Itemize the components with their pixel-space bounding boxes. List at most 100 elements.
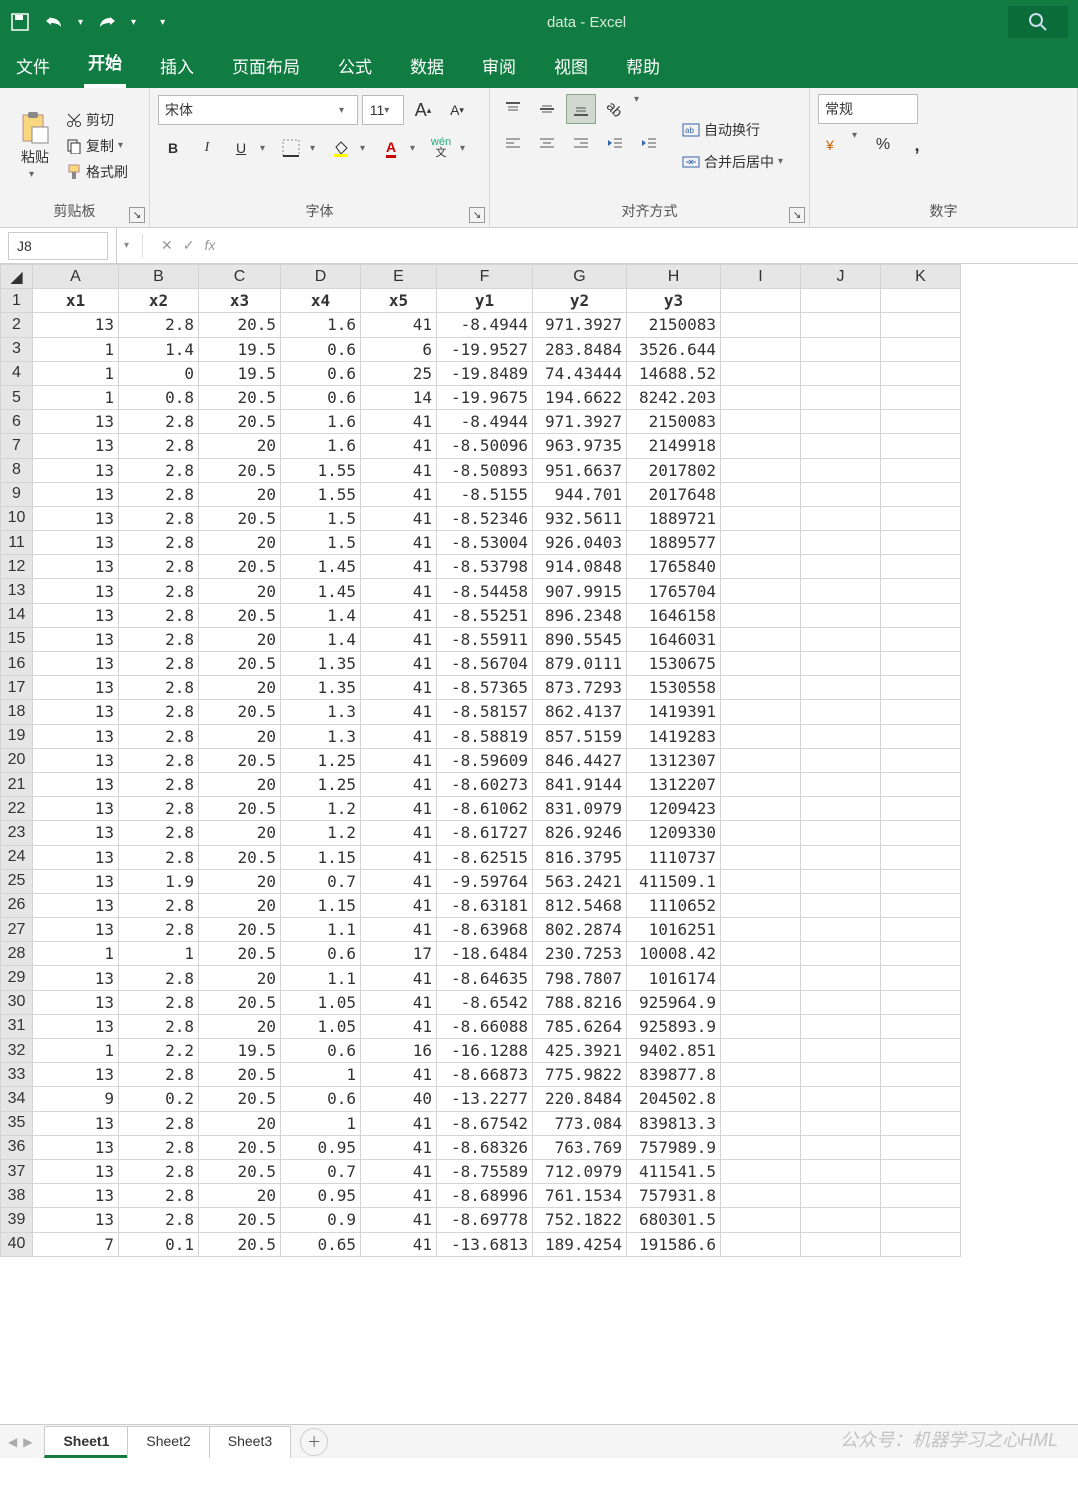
col-header-B[interactable]: B (119, 265, 199, 289)
row-header-20[interactable]: 20 (1, 748, 33, 772)
col-header-G[interactable]: G (533, 265, 627, 289)
cell[interactable] (881, 869, 961, 893)
cell[interactable]: 41 (361, 821, 437, 845)
underline-button[interactable]: U (226, 133, 256, 163)
row-header-1[interactable]: 1 (1, 289, 33, 313)
cell[interactable]: 41 (361, 1063, 437, 1087)
cell[interactable]: 20.5 (199, 942, 281, 966)
cell[interactable]: 1312207 (627, 772, 721, 796)
cell[interactable] (881, 1159, 961, 1183)
cell[interactable]: 20.5 (199, 313, 281, 337)
cell[interactable]: 1889577 (627, 531, 721, 555)
row-header-22[interactable]: 22 (1, 797, 33, 821)
cell[interactable] (881, 1111, 961, 1135)
row-header-30[interactable]: 30 (1, 990, 33, 1014)
cell[interactable] (801, 845, 881, 869)
cell[interactable]: 14 (361, 385, 437, 409)
row-header-18[interactable]: 18 (1, 700, 33, 724)
row-header-40[interactable]: 40 (1, 1232, 33, 1256)
cell[interactable]: -8.61062 (437, 797, 533, 821)
cell[interactable]: 846.4427 (533, 748, 627, 772)
cell[interactable]: 1765840 (627, 555, 721, 579)
cell[interactable] (801, 434, 881, 458)
cell[interactable]: y2 (533, 289, 627, 313)
row-header-19[interactable]: 19 (1, 724, 33, 748)
cell[interactable]: 951.6637 (533, 458, 627, 482)
cell[interactable]: 2149918 (627, 434, 721, 458)
cell[interactable]: 879.0111 (533, 652, 627, 676)
cell[interactable] (721, 1184, 801, 1208)
cell[interactable]: 816.3795 (533, 845, 627, 869)
row-header-34[interactable]: 34 (1, 1087, 33, 1111)
cell[interactable]: 971.3927 (533, 410, 627, 434)
col-header-E[interactable]: E (361, 265, 437, 289)
cell[interactable]: 41 (361, 797, 437, 821)
cell[interactable]: 1.55 (281, 458, 361, 482)
cell[interactable]: 41 (361, 603, 437, 627)
cell[interactable]: 20.5 (199, 1063, 281, 1087)
copy-button[interactable]: 复制▾ (66, 136, 130, 156)
cell[interactable]: 775.9822 (533, 1063, 627, 1087)
cell[interactable]: 13 (33, 506, 119, 530)
row-header-23[interactable]: 23 (1, 821, 33, 845)
cell[interactable]: 1 (33, 361, 119, 385)
cell[interactable]: 189.4254 (533, 1232, 627, 1256)
row-header-24[interactable]: 24 (1, 845, 33, 869)
cell[interactable] (721, 1087, 801, 1111)
cell[interactable]: 40 (361, 1087, 437, 1111)
row-header-4[interactable]: 4 (1, 361, 33, 385)
row-header-17[interactable]: 17 (1, 676, 33, 700)
tab-file[interactable]: 文件 (12, 43, 54, 88)
accounting-format-button[interactable]: ¥ (818, 130, 848, 160)
cell[interactable]: 41 (361, 676, 437, 700)
cell[interactable] (881, 1135, 961, 1159)
italic-button[interactable]: I (192, 133, 222, 163)
cell[interactable]: 1.15 (281, 893, 361, 917)
cell[interactable] (801, 627, 881, 651)
cell[interactable] (801, 1135, 881, 1159)
cell[interactable]: 13 (33, 555, 119, 579)
cell[interactable]: 563.2421 (533, 869, 627, 893)
cell[interactable] (721, 918, 801, 942)
cell[interactable]: -19.9675 (437, 385, 533, 409)
cell[interactable]: 1.4 (281, 603, 361, 627)
cell[interactable]: 20 (199, 724, 281, 748)
percent-button[interactable]: % (868, 130, 898, 160)
cell[interactable] (881, 579, 961, 603)
cell[interactable]: y1 (437, 289, 533, 313)
cell[interactable]: -8.55911 (437, 627, 533, 651)
cell[interactable]: -13.2277 (437, 1087, 533, 1111)
row-header-38[interactable]: 38 (1, 1184, 33, 1208)
cell[interactable]: -8.52346 (437, 506, 533, 530)
cell[interactable]: 13 (33, 845, 119, 869)
font-size-select[interactable]: 11▾ (362, 95, 404, 125)
cell[interactable]: 13 (33, 748, 119, 772)
cell[interactable]: 20.5 (199, 748, 281, 772)
col-header-K[interactable]: K (881, 265, 961, 289)
cell[interactable]: 10008.42 (627, 942, 721, 966)
cell[interactable] (801, 1159, 881, 1183)
cell[interactable] (801, 482, 881, 506)
cell[interactable]: 1646031 (627, 627, 721, 651)
cell[interactable]: 1530675 (627, 652, 721, 676)
tab-data[interactable]: 数据 (406, 43, 448, 88)
cell[interactable]: 1.2 (281, 797, 361, 821)
cell[interactable]: 2.8 (119, 1184, 199, 1208)
cell[interactable]: 831.0979 (533, 797, 627, 821)
cell[interactable]: 890.5545 (533, 627, 627, 651)
cell[interactable]: 826.9246 (533, 821, 627, 845)
cell[interactable] (721, 845, 801, 869)
cell[interactable] (881, 748, 961, 772)
cell[interactable] (801, 1111, 881, 1135)
cell[interactable] (801, 1232, 881, 1256)
cell[interactable] (801, 603, 881, 627)
cell[interactable] (881, 1208, 961, 1232)
align-bottom-button[interactable] (566, 94, 596, 124)
row-header-28[interactable]: 28 (1, 942, 33, 966)
cell[interactable]: 19.5 (199, 361, 281, 385)
cell[interactable]: 41 (361, 1111, 437, 1135)
cell[interactable] (801, 361, 881, 385)
cell[interactable]: 13 (33, 772, 119, 796)
save-icon[interactable] (10, 12, 30, 32)
cell[interactable]: 20 (199, 579, 281, 603)
